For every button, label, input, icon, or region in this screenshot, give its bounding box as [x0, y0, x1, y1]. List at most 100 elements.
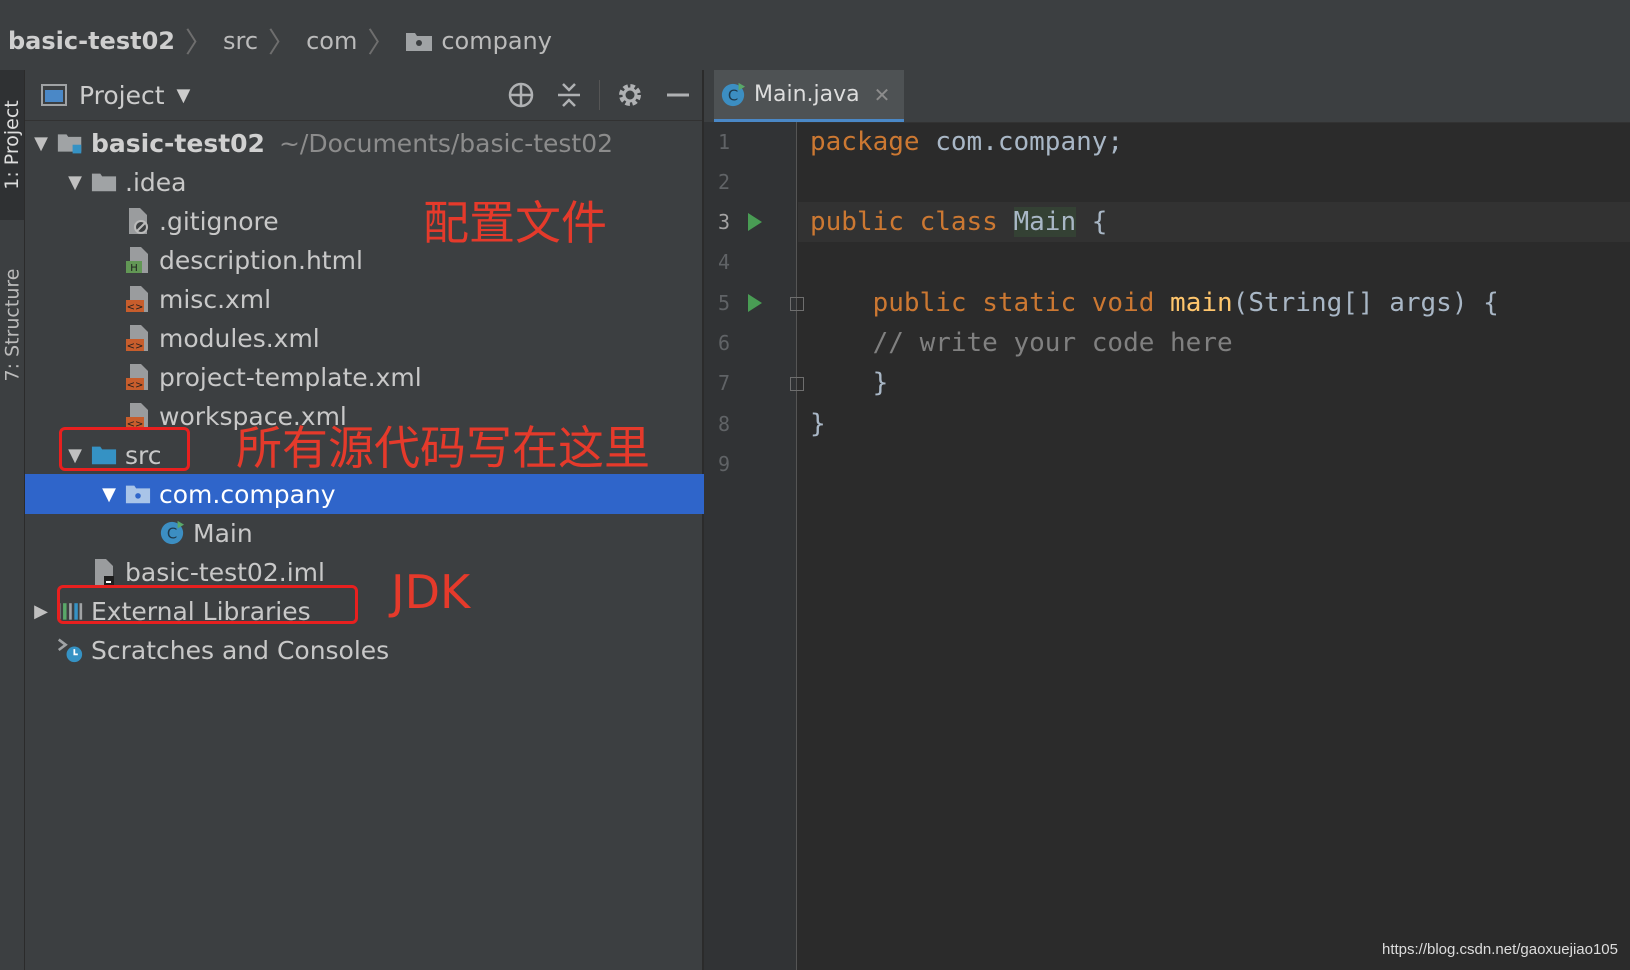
package-folder-icon	[406, 33, 433, 51]
svg-text:C: C	[167, 525, 177, 543]
run-gutter-icon[interactable]	[748, 294, 762, 312]
run-gutter-icon[interactable]	[748, 213, 762, 231]
tree-item-gitignore[interactable]: .gitignore	[25, 201, 776, 241]
java-class-icon: C	[159, 520, 185, 546]
left-tool-window-bar: 1: Project 7: Structure	[0, 70, 25, 970]
collapse-all-icon[interactable]	[545, 75, 593, 115]
tree-item-modules-xml[interactable]: <> modules.xml	[25, 318, 776, 358]
code-line-7: }	[798, 363, 1630, 403]
editor-area: C Main.java ✕ 1 2 3 4 5 6 7 8 9 package …	[704, 70, 1630, 970]
svg-text:<>: <>	[127, 302, 144, 313]
close-icon[interactable]: ✕	[874, 83, 891, 107]
tree-item-label: modules.xml	[159, 323, 320, 353]
code-editor[interactable]: package com.company; public class Main {…	[798, 122, 1630, 970]
line-number: 6	[717, 331, 731, 355]
annotation-source-code: 所有源代码写在这里	[236, 421, 650, 475]
breadcrumb-project[interactable]: basic-test02	[8, 27, 175, 55]
tree-item-label: Scratches and Consoles	[91, 635, 390, 665]
tree-item-main[interactable]: C Main	[25, 513, 810, 553]
module-folder-icon	[57, 130, 83, 156]
project-view-selector[interactable]: Project ▼	[41, 81, 190, 110]
tree-item-project-template-xml[interactable]: <> project-template.xml	[25, 357, 776, 397]
breadcrumb-separator-icon: 〉	[184, 26, 213, 59]
tab-main-java[interactable]: C Main.java ✕	[714, 70, 904, 122]
svg-text:<>: <>	[127, 380, 144, 391]
minimize-icon[interactable]	[654, 75, 702, 115]
project-path-hint: ~/Documents/basic-test02	[278, 128, 614, 158]
tree-item-label: com.company	[159, 479, 336, 509]
line-number: 8	[717, 412, 731, 436]
package-folder-icon	[125, 481, 151, 507]
tree-item-label: basic-test02.iml	[125, 557, 325, 587]
src-highlight-box	[59, 427, 190, 471]
annotation-config-files: 配置文件	[423, 196, 607, 250]
svg-text:<>: <>	[127, 341, 144, 352]
xml-file-icon: <>	[125, 403, 151, 430]
chevron-down-icon: ▼	[176, 84, 191, 106]
tree-item-label: .idea	[125, 167, 187, 197]
code-line-6: // write your code here	[798, 323, 1630, 363]
external-libraries-highlight-box	[57, 585, 358, 624]
line-number: 7	[717, 371, 731, 395]
tool-tab-project[interactable]: 1: Project	[0, 70, 24, 220]
breadcrumb-company-item[interactable]: company	[405, 27, 552, 55]
tree-item-label: misc.xml	[159, 284, 272, 314]
gear-icon[interactable]	[606, 75, 654, 115]
line-number: 1	[717, 130, 731, 154]
code-line-5: public static void main (String[] args) {	[798, 283, 1630, 323]
tree-item-label: Main	[193, 518, 253, 548]
navigation-bar: basic-test02 〉 src 〉 com 〉 company	[0, 12, 1630, 71]
expand-arrow-icon[interactable]: ▼	[31, 133, 51, 154]
code-token: }	[810, 409, 826, 439]
tree-item-com-company[interactable]: ▼ com.company	[25, 474, 776, 514]
class-name-token: Main	[1013, 207, 1077, 237]
project-panel-header: Project ▼	[25, 70, 702, 121]
line-number: 3	[717, 210, 731, 234]
code-token: com.company;	[919, 127, 1124, 157]
tree-item-idea[interactable]: ▼ .idea	[25, 162, 742, 202]
locate-icon[interactable]	[497, 75, 545, 115]
project-window-icon	[41, 84, 67, 106]
code-line-3: public class Main {	[798, 202, 1630, 242]
line-number: 9	[717, 452, 731, 476]
xml-file-icon: <>	[125, 286, 151, 313]
keyword-token: package	[810, 127, 920, 157]
toolbar-divider	[599, 80, 600, 110]
xml-file-icon: <>	[125, 325, 151, 352]
expand-arrow-icon[interactable]: ▶	[31, 601, 51, 622]
code-line-1: package com.company;	[798, 122, 1630, 162]
project-panel-title: Project	[79, 80, 165, 110]
module-file-icon	[91, 559, 117, 585]
tree-item-misc-xml[interactable]: <> misc.xml	[25, 279, 776, 319]
comment-token: // write your code here	[810, 328, 1233, 358]
editor-tab-bar: C Main.java ✕	[704, 70, 1630, 123]
breadcrumb-company: company	[441, 27, 552, 55]
folder-icon	[91, 169, 117, 195]
expand-arrow-icon[interactable]: ▼	[99, 484, 119, 505]
keyword-token: public class	[810, 207, 998, 237]
keyword-token: public static void	[872, 288, 1155, 318]
tree-item-label: project-template.xml	[159, 362, 422, 392]
tree-item-description-html[interactable]: H description.html	[25, 240, 776, 280]
tab-label: Main.java	[754, 82, 860, 107]
line-number: 5	[717, 291, 731, 315]
method-name-token: main	[1170, 288, 1233, 318]
tree-item-label: .gitignore	[159, 206, 279, 236]
line-number: 2	[717, 170, 731, 194]
code-token: (String[] args) {	[1232, 288, 1499, 318]
breadcrumb-src[interactable]: src	[223, 27, 258, 55]
code-token: {	[1076, 207, 1108, 237]
html-file-icon: H	[125, 247, 151, 274]
tool-tab-structure[interactable]: 7: Structure	[0, 240, 24, 410]
scratches-icon	[57, 637, 83, 663]
breadcrumb-com[interactable]: com	[306, 27, 357, 55]
breadcrumb-separator-icon: 〉	[268, 26, 297, 59]
expand-arrow-icon[interactable]: ▼	[65, 172, 85, 193]
editor-gutter: 1 2 3 4 5 6 7 8 9	[704, 122, 804, 970]
tree-item-scratches[interactable]: Scratches and Consoles	[25, 630, 728, 670]
breadcrumb-separator-icon: 〉	[367, 26, 396, 59]
line-number: 4	[717, 250, 731, 274]
tree-item-root[interactable]: ▼ basic-test02 ~/Documents/basic-test02	[25, 123, 708, 163]
svg-text:C: C	[728, 86, 738, 104]
tree-item-label: basic-test02	[91, 128, 265, 158]
